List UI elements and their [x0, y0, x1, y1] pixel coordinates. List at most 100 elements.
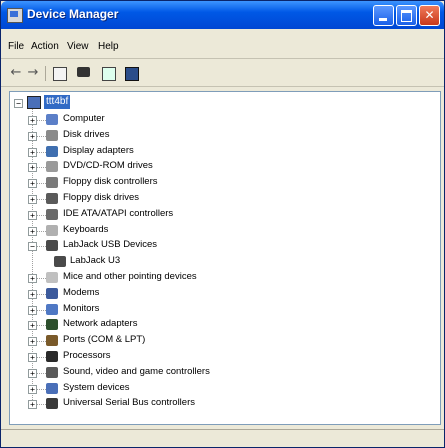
- menu-action[interactable]: Action: [31, 41, 59, 52]
- tree-node-label[interactable]: Computer: [63, 113, 105, 124]
- computer-root-icon: [27, 96, 41, 109]
- expand-icon[interactable]: +: [28, 116, 37, 125]
- tree-connector: [37, 183, 46, 185]
- tree-node[interactable]: − LabJack USB Devices: [28, 238, 428, 254]
- tree-node-label[interactable]: Floppy disk controllers: [63, 176, 158, 187]
- window-title: Device Manager: [27, 7, 119, 21]
- back-arrow-icon[interactable]: ←: [8, 65, 24, 81]
- expand-icon[interactable]: +: [28, 131, 37, 141]
- expand-icon[interactable]: +: [28, 147, 37, 157]
- title-bar[interactable]: Device Manager ✕: [1, 1, 444, 29]
- tree-node[interactable]: + Keyboards: [28, 223, 428, 239]
- tree-node[interactable]: + Processors: [28, 349, 428, 365]
- tree-node-label[interactable]: LabJack USB Devices: [63, 239, 157, 250]
- expand-icon[interactable]: +: [28, 337, 37, 347]
- ide-controller-icon: [46, 208, 58, 220]
- menu-file[interactable]: File: [8, 41, 24, 52]
- system-device-icon: [46, 382, 58, 394]
- tree-child-label[interactable]: LabJack U3: [70, 255, 120, 266]
- processor-icon: [46, 351, 58, 362]
- collapse-icon[interactable]: −: [28, 242, 37, 252]
- maximize-button[interactable]: [396, 5, 417, 26]
- tree-node[interactable]: + Sound, video and game controllers: [28, 365, 428, 381]
- scan-hardware-icon[interactable]: [125, 67, 139, 81]
- tree-node[interactable]: + Floppy disk controllers: [28, 175, 428, 191]
- expand-icon[interactable]: +: [28, 210, 37, 220]
- tree-node[interactable]: + Ports (COM & LPT): [28, 333, 428, 349]
- tree-node[interactable]: + Universal Serial Bus controllers: [28, 396, 428, 412]
- collapse-root-icon[interactable]: −: [14, 99, 23, 108]
- help-icon[interactable]: [102, 67, 116, 81]
- tree-connector: [37, 120, 46, 121]
- forward-arrow-icon[interactable]: →: [25, 65, 41, 81]
- tree-node[interactable]: + Monitors: [28, 302, 428, 318]
- tree-root-label[interactable]: ttt4bf: [44, 95, 71, 109]
- port-icon: [46, 335, 58, 347]
- tree-connector: [37, 151, 46, 153]
- modem-icon: [46, 287, 58, 299]
- tree-node-label[interactable]: Network adapters: [63, 318, 137, 329]
- toolbar: ← →: [1, 61, 444, 85]
- tree-connector: [37, 341, 46, 343]
- monitor-icon: [46, 303, 58, 315]
- expand-icon[interactable]: +: [28, 226, 37, 236]
- maximize-icon: [401, 10, 412, 22]
- expand-icon[interactable]: +: [28, 305, 37, 315]
- tree-connector: [37, 167, 46, 169]
- tree-connector: [37, 278, 46, 279]
- tree-connector: [37, 214, 46, 216]
- tree-connector: [37, 246, 46, 248]
- tree-node-label[interactable]: Sound, video and game controllers: [63, 366, 210, 377]
- tree-node-label[interactable]: DVD/CD-ROM drives: [63, 160, 153, 171]
- tree-node[interactable]: + Network adapters: [28, 317, 428, 333]
- toolbar-divider: [45, 66, 46, 81]
- tree-connector: [37, 357, 46, 358]
- device-tree[interactable]: − ttt4bf + Computer + Disk drives + Display a…: [9, 91, 441, 425]
- tree-child-node[interactable]: LabJack U3: [54, 254, 354, 270]
- tree-node-label[interactable]: Universal Serial Bus controllers: [63, 397, 195, 408]
- expand-icon[interactable]: +: [28, 321, 37, 331]
- tree-node-label[interactable]: System devices: [63, 382, 130, 393]
- menu-help[interactable]: Help: [98, 41, 119, 52]
- floppy-controller-icon: [46, 177, 58, 189]
- tree-node-label[interactable]: Keyboards: [63, 224, 108, 235]
- expand-icon[interactable]: +: [28, 195, 37, 204]
- tree-node[interactable]: + IDE ATA/ATAPI controllers: [28, 207, 428, 223]
- expand-icon[interactable]: +: [28, 179, 37, 189]
- close-button[interactable]: ✕: [419, 5, 440, 26]
- display-adapter-icon: [46, 145, 58, 157]
- properties-icon[interactable]: [53, 67, 67, 81]
- expand-icon[interactable]: +: [28, 384, 37, 394]
- expand-icon[interactable]: +: [28, 274, 37, 283]
- tree-node[interactable]: + Mice and other pointing devices: [28, 270, 428, 286]
- tree-node[interactable]: + DVD/CD-ROM drives: [28, 159, 428, 175]
- tree-node[interactable]: + Floppy disk drives: [28, 191, 428, 207]
- tree-node-label[interactable]: Modems: [63, 287, 99, 298]
- keyboard-icon: [46, 224, 58, 236]
- expand-icon[interactable]: +: [28, 163, 37, 173]
- usb-controller-icon: [46, 398, 58, 410]
- tree-node[interactable]: + Computer: [28, 112, 428, 128]
- tree-node-label[interactable]: Monitors: [63, 303, 99, 314]
- minimize-button[interactable]: [373, 5, 394, 26]
- tree-node-label[interactable]: Processors: [63, 350, 111, 361]
- tree-node[interactable]: + System devices: [28, 381, 428, 397]
- mouse-icon: [46, 272, 58, 283]
- tree-node[interactable]: + Modems: [28, 286, 428, 302]
- expand-icon[interactable]: +: [28, 400, 37, 410]
- tree-connector: [37, 404, 46, 406]
- tree-node-label[interactable]: Disk drives: [63, 129, 109, 140]
- tree-node-label[interactable]: Mice and other pointing devices: [63, 271, 197, 282]
- expand-icon[interactable]: +: [28, 289, 37, 299]
- print-icon[interactable]: [77, 67, 90, 77]
- tree-node-label[interactable]: Ports (COM & LPT): [63, 334, 145, 345]
- menu-view[interactable]: View: [67, 41, 89, 52]
- tree-node-label[interactable]: Floppy disk drives: [63, 192, 139, 203]
- tree-node-label[interactable]: Display adapters: [63, 145, 134, 156]
- tree-node-label[interactable]: IDE ATA/ATAPI controllers: [63, 208, 173, 219]
- expand-icon[interactable]: +: [28, 353, 37, 362]
- device-manager-window: Device Manager ✕ File Action View Help ←…: [0, 0, 445, 448]
- expand-icon[interactable]: +: [28, 368, 37, 378]
- tree-node[interactable]: + Display adapters: [28, 144, 428, 160]
- tree-node[interactable]: + Disk drives: [28, 128, 428, 144]
